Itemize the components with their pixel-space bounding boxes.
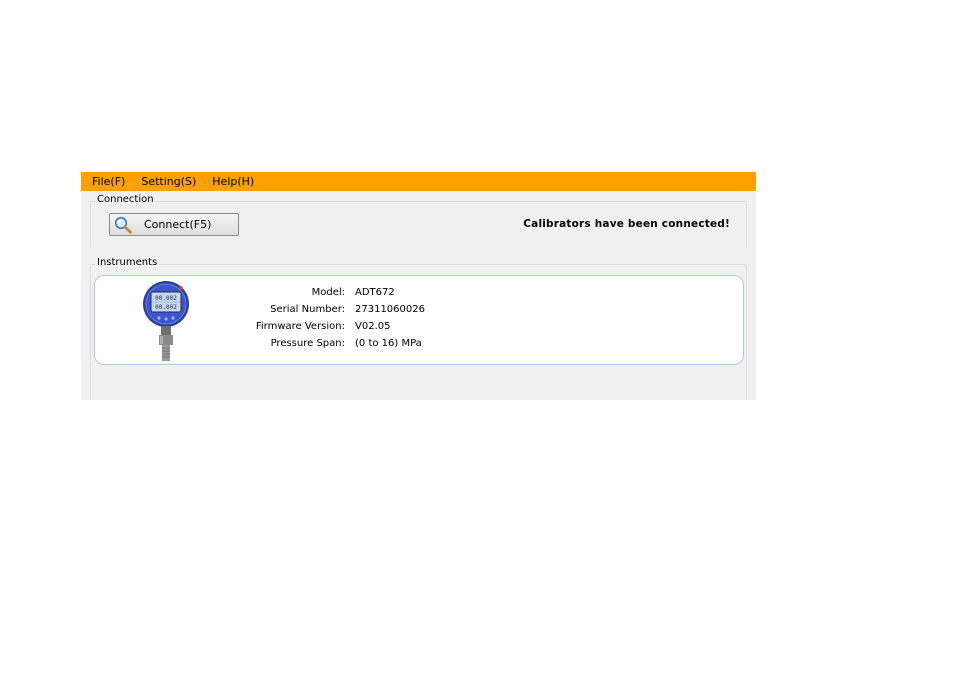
app-window: File(F) Setting(S) Help(H) Connection Co… [81, 172, 756, 400]
info-row-firmware: Firmware Version: V02.05 [95, 321, 695, 337]
connect-button[interactable]: Connect(F5) [109, 213, 239, 236]
info-row-pressure-span: Pressure Span: (0 to 16) MPa [95, 338, 695, 354]
pressure-span-label: Pressure Span: [270, 338, 345, 349]
magnifier-icon [114, 216, 132, 234]
menu-help[interactable]: Help(H) [212, 175, 254, 188]
serial-number-value: 27311060026 [355, 304, 425, 315]
pressure-span-value: (0 to 16) MPa [355, 338, 422, 349]
instrument-card[interactable]: 00.002 00.002 Model: ADT672 Serial Numbe… [94, 275, 744, 365]
menu-file[interactable]: File(F) [92, 175, 125, 188]
model-label: Model: [311, 287, 345, 298]
connection-status: Calibrators have been connected! [523, 218, 730, 230]
info-row-model: Model: ADT672 [95, 287, 695, 303]
firmware-version-label: Firmware Version: [255, 321, 345, 332]
firmware-version-value: V02.05 [355, 321, 391, 332]
instruments-group: Instruments 00.002 00.002 Model: ADT672 … [90, 257, 747, 400]
instruments-group-title: Instruments [95, 257, 160, 268]
connect-button-label: Connect(F5) [144, 218, 212, 231]
connection-group-title: Connection [95, 194, 156, 205]
menu-bar: File(F) Setting(S) Help(H) [81, 172, 756, 191]
model-value: ADT672 [355, 287, 395, 298]
info-row-serial: Serial Number: 27311060026 [95, 304, 695, 320]
serial-number-label: Serial Number: [270, 304, 345, 315]
menu-setting[interactable]: Setting(S) [141, 175, 196, 188]
connection-group: Connection Connect(F5) Calibrators have … [90, 194, 747, 248]
